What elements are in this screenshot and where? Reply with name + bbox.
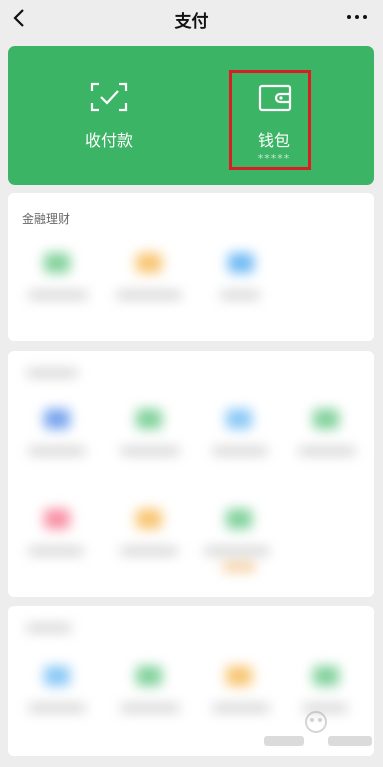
finance-section: 金融理财 <box>8 193 374 341</box>
top-nav: 支付 <box>0 0 383 38</box>
highlight-box <box>229 70 311 170</box>
services-section <box>8 351 374 597</box>
baidu-watermark-logo <box>264 711 372 746</box>
receive-pay-label: 收付款 <box>84 131 133 150</box>
scan-check-icon <box>90 82 128 112</box>
payment-panel: 收付款 钱包 ***** <box>8 46 374 185</box>
blurred-services <box>8 351 374 597</box>
more-dots-icon[interactable] <box>343 7 371 27</box>
page-title: 支付 <box>174 12 209 32</box>
blurred-services <box>8 193 374 341</box>
receive-pay-button[interactable]: 收付款 <box>54 46 164 185</box>
